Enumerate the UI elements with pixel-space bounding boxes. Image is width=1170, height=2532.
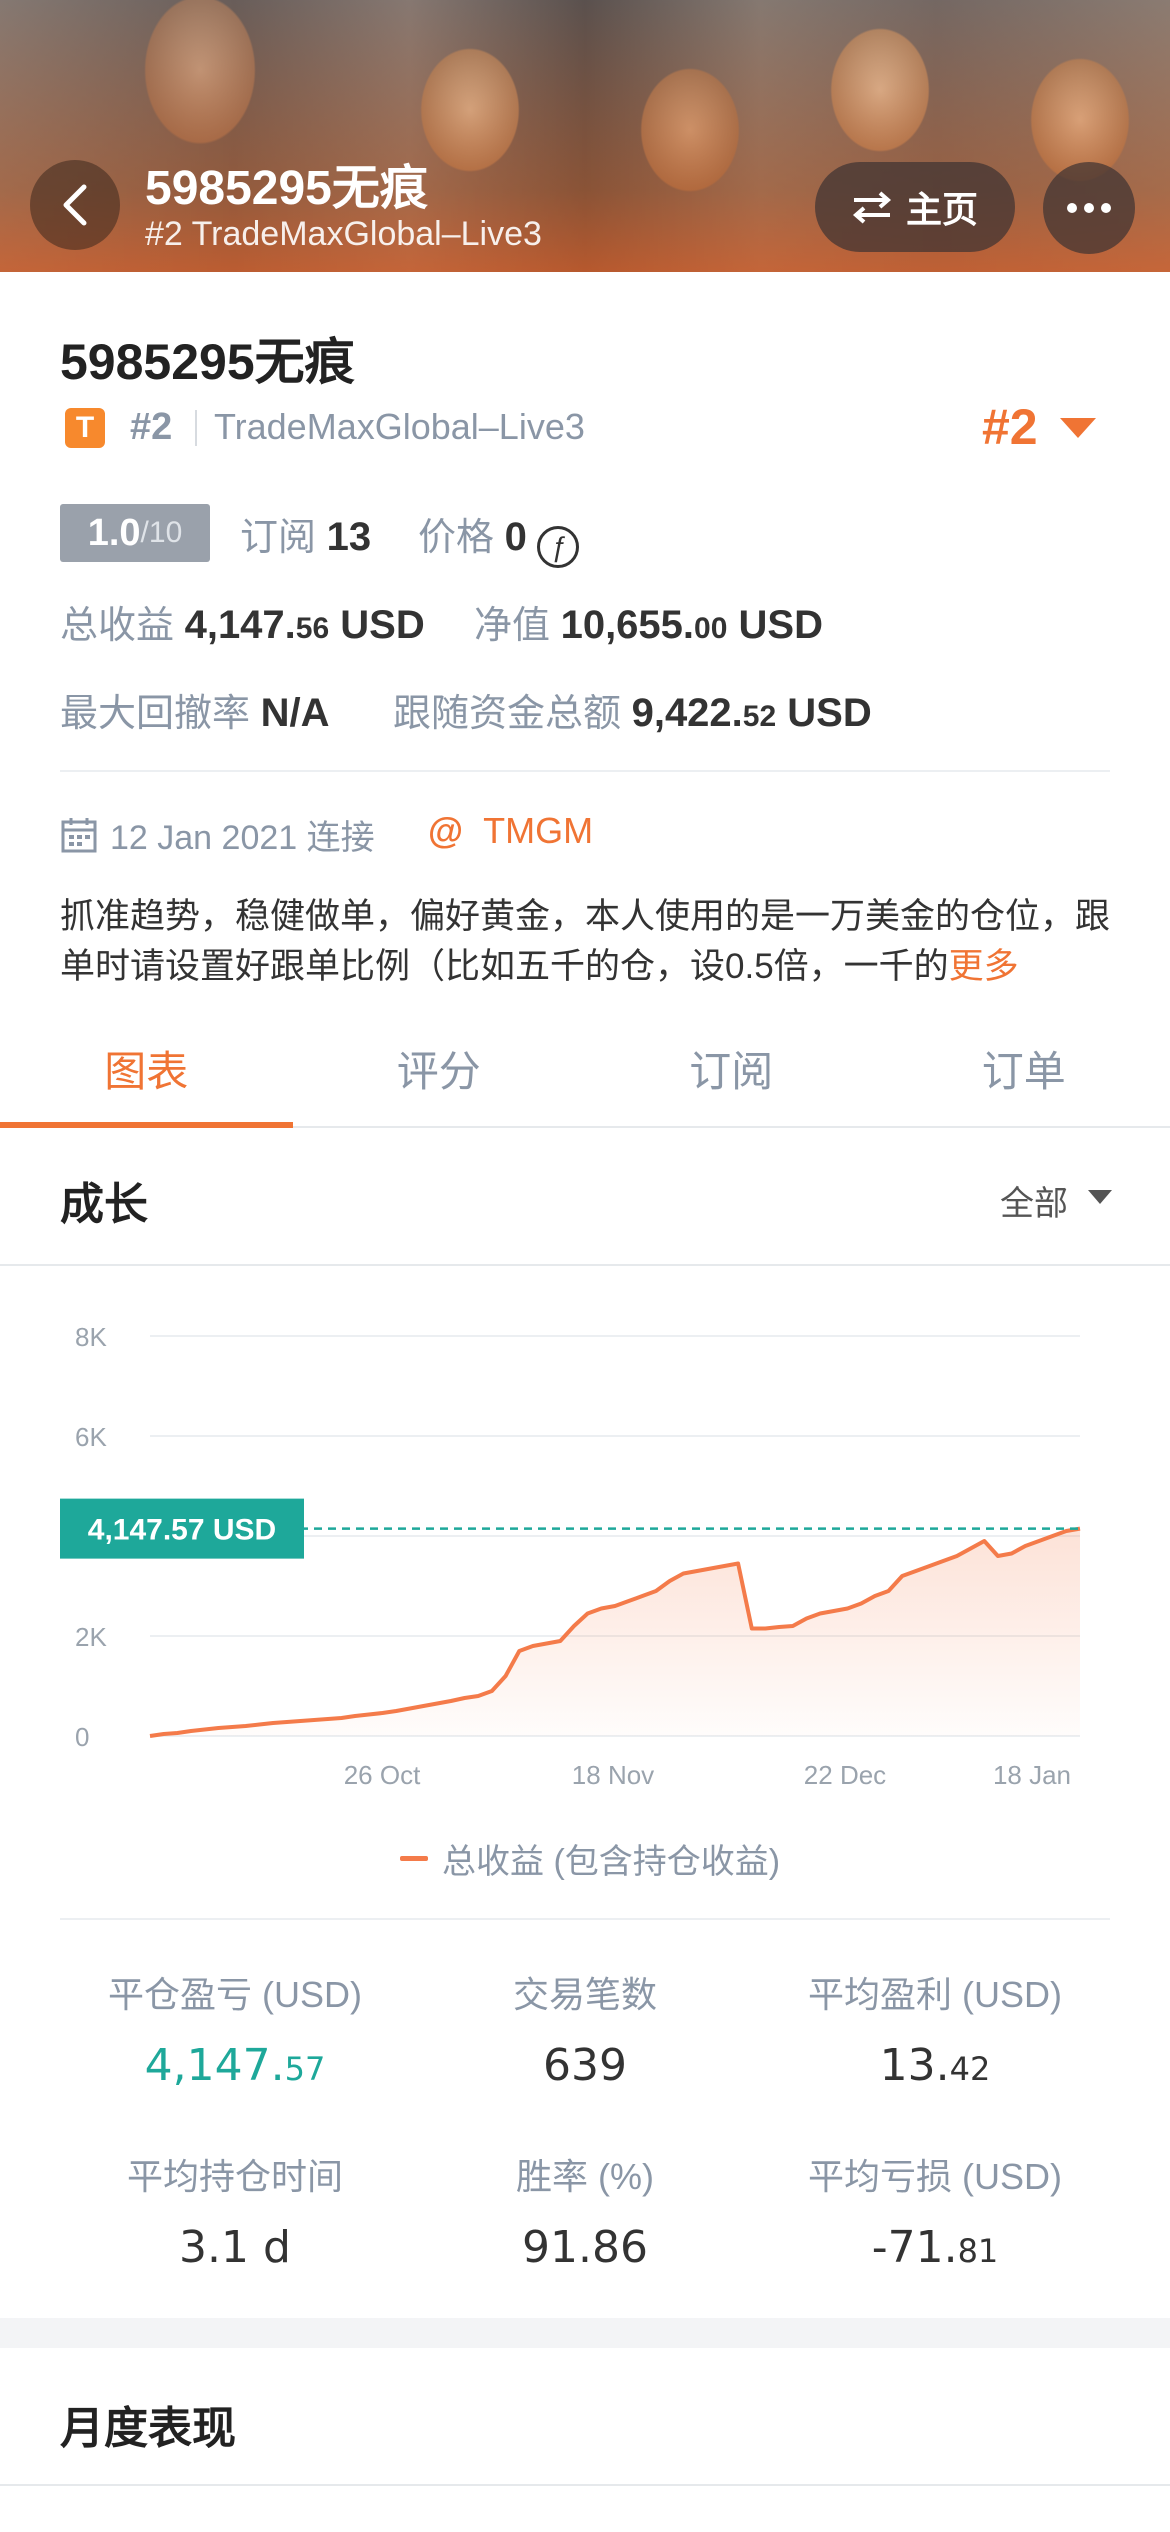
header-subtitle: #2 TradeMaxGlobal–Live3: [145, 215, 542, 253]
tab-subscriptions[interactable]: 订阅: [585, 1010, 878, 1126]
chart-legend: 总收益 (包含持仓收益): [400, 1834, 780, 1883]
stat-value: 639: [543, 2040, 627, 2091]
x-tick-label: 18 Nov: [572, 1760, 654, 1790]
more-options-button[interactable]: [1043, 162, 1135, 254]
separator: [195, 410, 197, 446]
stat-avg-loss: 平均亏损 (USD) -71.81: [760, 2148, 1110, 2273]
stat-win-rate: 胜率 (%) 91.86: [410, 2148, 760, 2273]
series-area: [150, 1528, 1080, 1736]
growth-title: 成长: [60, 1180, 148, 1229]
drawdown-value: N/A: [260, 691, 330, 735]
divider: [60, 770, 1110, 772]
stat-avg-profit: 平均盈利 (USD) 13.42: [760, 1966, 1110, 2091]
price-label: 价格: [418, 517, 495, 559]
monthly-performance-title: 月度表现: [60, 2404, 236, 2453]
header-title: 5985295无痕: [145, 162, 428, 215]
profile-header-banner: 5985295无痕 #2 TradeMaxGlobal–Live3 主页: [0, 0, 1170, 272]
growth-chart: 02K4K6K8K26 Oct18 Nov22 Dec18 Jan4,147.5…: [60, 1322, 1081, 1790]
equity-value: 10,655.00 USD: [560, 603, 823, 647]
tab-orders[interactable]: 订单: [878, 1010, 1170, 1126]
home-button-label: 主页: [905, 189, 978, 230]
tab-rating[interactable]: 评分: [293, 1010, 586, 1126]
broker-tag-link[interactable]: @ TMGM: [428, 810, 593, 852]
connected-text: 12 Jan 2021 连接: [110, 819, 375, 857]
calendar-icon: [61, 817, 97, 852]
score-badge: 1.0/10: [60, 504, 210, 562]
subscribe-stat: 订阅 13: [240, 506, 371, 561]
stat-avg-hold-time: 平均持仓时间 3.1 d: [60, 2148, 410, 2273]
stat-value: 13.42: [879, 2040, 991, 2091]
current-value-label: 4,147.57 USD: [88, 1514, 276, 1547]
y-tick-label: 6K: [75, 1422, 107, 1452]
more-dots-icon: [1067, 203, 1111, 213]
price-stat: 价格 0 ƒ: [418, 506, 580, 568]
total-profit-value: 4,147.56 USD: [184, 603, 425, 647]
coin-icon: ƒ: [537, 526, 580, 568]
broker-tag: TMGM: [483, 810, 594, 851]
x-tick-label: 22 Dec: [804, 1760, 886, 1790]
tab-chart[interactable]: 图表: [0, 1010, 293, 1128]
drawdown-label: 最大回撤率: [60, 693, 251, 735]
description: 抓准趋势，稳健做单，偏好黄金，本人使用的是一万美金的仓位，跟单时请设置好跟单比例…: [60, 892, 1120, 992]
rank-small: #2: [130, 406, 173, 448]
more-link[interactable]: 更多: [949, 947, 1019, 986]
section-gap: [0, 2318, 1170, 2348]
follow-funds-stat: 跟随资金总额 9,422.52 USD: [393, 682, 872, 737]
divider: [60, 1918, 1110, 1920]
stat-value: 4,147.57: [144, 2040, 326, 2091]
tab-bar: 图表 评分 订阅 订单: [0, 1010, 1170, 1128]
follow-funds-value: 9,422.52 USD: [631, 691, 872, 735]
equity-stat: 净值 10,655.00 USD: [474, 594, 823, 649]
swap-arrows-icon: [852, 191, 892, 224]
home-button[interactable]: 主页: [815, 162, 1015, 252]
back-button[interactable]: [30, 160, 120, 250]
range-dropdown[interactable]: 全部: [1000, 1176, 1068, 1225]
total-profit-label: 总收益: [60, 605, 175, 647]
stat-label: 平均盈利 (USD): [808, 1974, 1062, 2015]
chevron-left-icon: [63, 184, 87, 226]
y-tick-label: 8K: [75, 1322, 107, 1352]
broker-badge-icon: T: [65, 408, 105, 448]
legend-label: 总收益 (包含持仓收益): [442, 1843, 781, 1881]
trader-name: 5985295无痕: [60, 334, 355, 390]
divider: [0, 2484, 1170, 2486]
y-tick-label: 0: [75, 1722, 89, 1752]
stat-trade-count: 交易笔数 639: [410, 1966, 760, 2091]
broker-name: TradeMaxGlobal–Live3: [214, 406, 585, 447]
price-value: 0: [504, 515, 527, 559]
at-icon: @: [428, 810, 464, 851]
legend-swatch: [400, 1856, 428, 1861]
connected-date: 12 Jan 2021 连接: [60, 810, 375, 859]
subscribe-label: 订阅: [240, 517, 317, 559]
caret-down-icon[interactable]: [1088, 1190, 1112, 1204]
divider: [0, 1264, 1170, 1266]
x-tick-label: 18 Jan: [993, 1760, 1071, 1790]
x-tick-label: 26 Oct: [344, 1760, 421, 1790]
score-max: /10: [140, 516, 183, 549]
y-tick-label: 2K: [75, 1622, 107, 1652]
stat-label: 平均持仓时间: [126, 2156, 343, 2197]
rank-dropdown[interactable]: #2: [982, 398, 1038, 456]
stat-label: 交易笔数: [512, 1974, 657, 2015]
caret-down-icon[interactable]: [1060, 418, 1096, 438]
total-profit-stat: 总收益 4,147.56 USD: [60, 594, 425, 649]
stat-value: -71.81: [871, 2222, 999, 2273]
stat-value: 3.1 d: [179, 2222, 291, 2273]
stat-label: 平仓盈亏 (USD): [108, 1974, 362, 2015]
follow-funds-label: 跟随资金总额: [393, 693, 622, 735]
score-value: 1.0: [87, 511, 141, 554]
equity-label: 净值: [474, 605, 551, 647]
stat-value: 91.86: [522, 2222, 648, 2273]
stat-label: 平均亏损 (USD): [808, 2156, 1062, 2197]
subscribe-value: 13: [326, 515, 372, 559]
drawdown-stat: 最大回撤率 N/A: [60, 682, 329, 737]
stat-closed-pnl: 平仓盈亏 (USD) 4,147.57: [60, 1966, 410, 2091]
stat-label: 胜率 (%): [516, 2156, 654, 2197]
